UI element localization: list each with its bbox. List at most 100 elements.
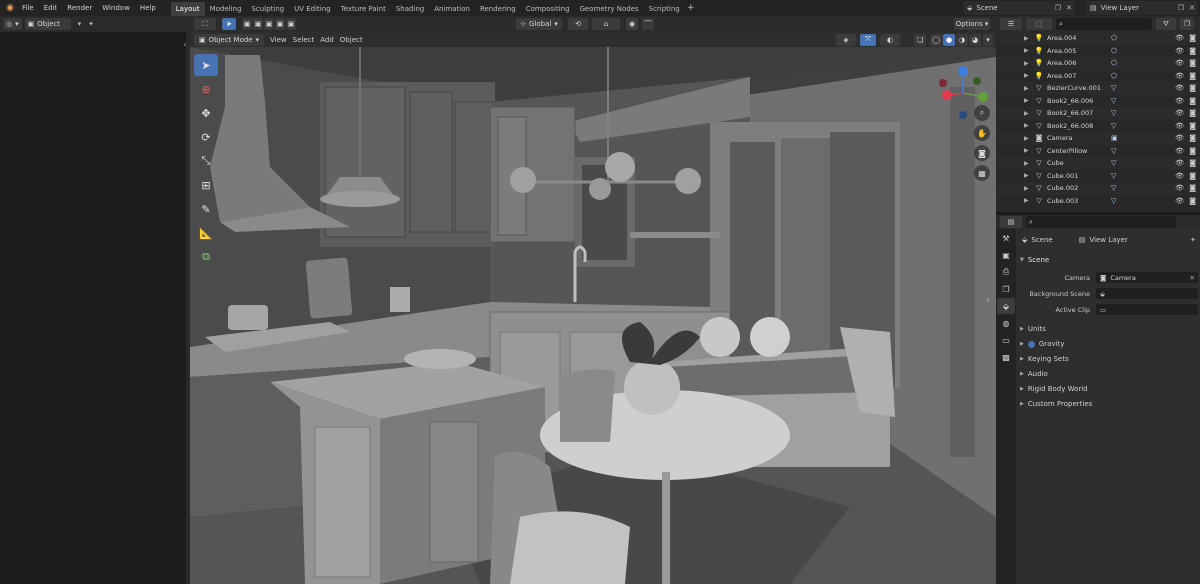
area-data-icon[interactable]: ⬠ <box>1111 59 1117 67</box>
camera-render-icon[interactable]: ◙ <box>1189 109 1196 117</box>
view-layer-selector[interactable]: ▤ View Layer ❐ ✕ <box>1086 1 1198 15</box>
mesh-data-icon[interactable]: ▽ <box>1111 159 1116 167</box>
gravity-panel[interactable]: ▶ Gravity <box>1020 340 1064 348</box>
mesh-data-icon[interactable]: ▽ <box>1111 172 1116 180</box>
select-mode-intersect-button[interactable]: ▣ <box>286 18 296 30</box>
search-field[interactable]: ⌕ <box>1056 18 1152 30</box>
outliner-row[interactable]: ▶ ▽ Cube.001 ▽ 👁 ◙ <box>996 170 1200 183</box>
eye-icon[interactable]: 👁 <box>1175 84 1184 92</box>
rigid-body-world-panel[interactable]: ▶ Rigid Body World <box>1020 385 1088 393</box>
chevron-down-icon[interactable]: ▾ <box>78 20 82 28</box>
tab-tool[interactable]: ⚒ <box>997 230 1015 246</box>
chevron-right-icon[interactable]: ▶ <box>1024 185 1034 192</box>
tab-texture-paint[interactable]: Texture Paint <box>336 2 391 16</box>
options-dropdown[interactable]: Options ▾ <box>954 18 990 30</box>
menu-select[interactable]: Select <box>293 36 315 44</box>
chevron-right-icon[interactable]: ▶ <box>1024 135 1034 142</box>
transform-tool[interactable]: ⊞ <box>194 174 218 196</box>
select-box-tool[interactable]: ➤ <box>194 54 218 76</box>
blender-logo-icon[interactable]: ◉ <box>3 1 17 15</box>
menu-view[interactable]: View <box>270 36 287 44</box>
pin-icon[interactable]: ✦ <box>88 20 94 28</box>
tab-view-layer[interactable]: ❐ <box>997 281 1015 297</box>
eye-icon[interactable]: 👁 <box>1175 122 1184 130</box>
shading-rendered-button[interactable]: ◕ <box>969 33 981 46</box>
eye-icon[interactable]: 👁 <box>1175 134 1184 142</box>
area-data-icon[interactable]: ⬠ <box>1111 47 1117 55</box>
shading-options-dropdown[interactable]: ▾ <box>983 33 993 46</box>
eye-icon[interactable]: 👁 <box>1175 159 1184 167</box>
select-box-tool-button[interactable]: ➤ <box>222 18 236 30</box>
camera-render-icon[interactable]: ◙ <box>1189 59 1196 67</box>
snap-toggle[interactable]: ⌂ <box>592 18 620 30</box>
new-collection-button[interactable]: ❐ <box>1180 18 1194 30</box>
mesh-data-icon[interactable]: ▽ <box>1111 184 1116 192</box>
object-mode-dropdown[interactable]: ▣ Object <box>24 18 71 30</box>
annotate-tool[interactable]: ✎ <box>194 198 218 220</box>
mesh-data-icon[interactable]: ▽ <box>1111 109 1116 117</box>
add-cube-tool[interactable]: ⧉ <box>194 246 218 268</box>
area-data-icon[interactable]: ⬠ <box>1111 34 1117 42</box>
eye-icon[interactable]: 👁 <box>1175 72 1184 80</box>
active-clip-field[interactable]: ▭ <box>1096 304 1198 315</box>
eye-icon[interactable]: 👁 <box>1175 34 1184 42</box>
pin-icon[interactable]: ✦ <box>1190 236 1196 244</box>
camera-field[interactable]: ◙ Camera ✕ <box>1096 272 1198 283</box>
area-data-icon[interactable]: ⬠ <box>1111 72 1117 80</box>
outliner-row[interactable]: ▶ 💡 Area.006 ⬠ 👁 ◙ <box>996 57 1200 70</box>
chevron-right-icon[interactable]: ▶ <box>1024 110 1034 117</box>
tab-sculpting[interactable]: Sculpting <box>246 2 289 16</box>
camera-render-icon[interactable]: ◙ <box>1189 147 1196 155</box>
chevron-right-icon[interactable]: ▶ <box>1024 147 1034 154</box>
close-icon[interactable]: ✕ <box>1189 4 1195 12</box>
units-panel[interactable]: ▶ Units <box>1020 325 1046 333</box>
tab-texture[interactable]: ▩ <box>997 349 1015 365</box>
scale-tool[interactable]: ⤡ <box>194 150 218 172</box>
scene-panel-header[interactable]: ▼ Scene <box>1020 256 1049 264</box>
close-icon[interactable]: ✕ <box>1190 274 1195 282</box>
camera-render-icon[interactable]: ◙ <box>1189 134 1196 142</box>
3d-viewport[interactable]: ⌕ ✋ ◙ ▦ ‹ <box>190 47 996 584</box>
chevron-right-icon[interactable]: ▶ <box>1024 122 1034 129</box>
editor-type-button[interactable]: ◎ ▾ <box>3 18 22 30</box>
chevron-right-icon[interactable]: ▶ <box>1024 197 1034 204</box>
editor-type-button[interactable]: ⛶ <box>194 18 216 30</box>
outliner-row[interactable]: ▶ ▽ CenterPillow ▽ 👁 ◙ <box>996 145 1200 158</box>
rotate-tool[interactable]: ⟳ <box>194 126 218 148</box>
eye-icon[interactable]: 👁 <box>1175 97 1184 105</box>
eye-icon[interactable]: 👁 <box>1175 147 1184 155</box>
mesh-data-icon[interactable]: ▽ <box>1111 197 1116 205</box>
perspective-grid-icon[interactable]: ▦ <box>974 165 990 181</box>
visibility-selectability-button[interactable]: ◈ <box>836 33 856 46</box>
tab-world[interactable]: ◍ <box>997 315 1015 331</box>
select-mode-subtract-button[interactable]: ▣ <box>264 18 274 30</box>
menu-object[interactable]: Object <box>340 36 363 44</box>
tab-render[interactable]: ▣ <box>997 247 1015 263</box>
camera-render-icon[interactable]: ◙ <box>1189 84 1196 92</box>
copy-icon[interactable]: ❐ <box>1178 4 1184 12</box>
chevron-right-icon[interactable]: ▶ <box>1024 160 1034 167</box>
chevron-right-icon[interactable]: ▶ <box>1024 85 1034 92</box>
eye-icon[interactable]: 👁 <box>1175 59 1184 67</box>
filter-dropdown[interactable]: ⛛ <box>1156 18 1176 30</box>
mesh-data-icon[interactable]: ▽ <box>1111 97 1116 105</box>
zoom-icon[interactable]: ⌕ <box>974 105 990 121</box>
chevron-right-icon[interactable]: ▶ <box>1024 47 1034 54</box>
eye-icon[interactable]: 👁 <box>1175 109 1184 117</box>
expand-sidebar-arrow-icon[interactable]: ‹ <box>986 295 989 304</box>
proportional-edit-toggle[interactable]: ◉ <box>626 18 638 30</box>
collapse-arrow-icon[interactable]: ‹ <box>183 40 186 49</box>
menu-window[interactable]: Window <box>97 0 135 16</box>
overlay-toggle[interactable]: ◐ <box>880 33 900 46</box>
audio-panel[interactable]: ▶ Audio <box>1020 370 1048 378</box>
camera-render-icon[interactable]: ◙ <box>1189 97 1196 105</box>
outliner-row[interactable]: ▶ ▽ BezierCurve.001 ▽ 👁 ◙ <box>996 82 1200 95</box>
tab-collection[interactable]: ▭ <box>997 332 1015 348</box>
mesh-data-icon[interactable]: ▽ <box>1111 84 1116 92</box>
camera-render-icon[interactable]: ◙ <box>1189 159 1196 167</box>
outliner-row[interactable]: ▶ ▽ Cube ▽ 👁 ◙ <box>996 157 1200 170</box>
eye-icon[interactable]: 👁 <box>1175 197 1184 205</box>
checkbox-icon[interactable] <box>1027 340 1035 348</box>
camera-render-icon[interactable]: ◙ <box>1189 34 1196 42</box>
chevron-right-icon[interactable]: ▶ <box>1024 60 1034 67</box>
